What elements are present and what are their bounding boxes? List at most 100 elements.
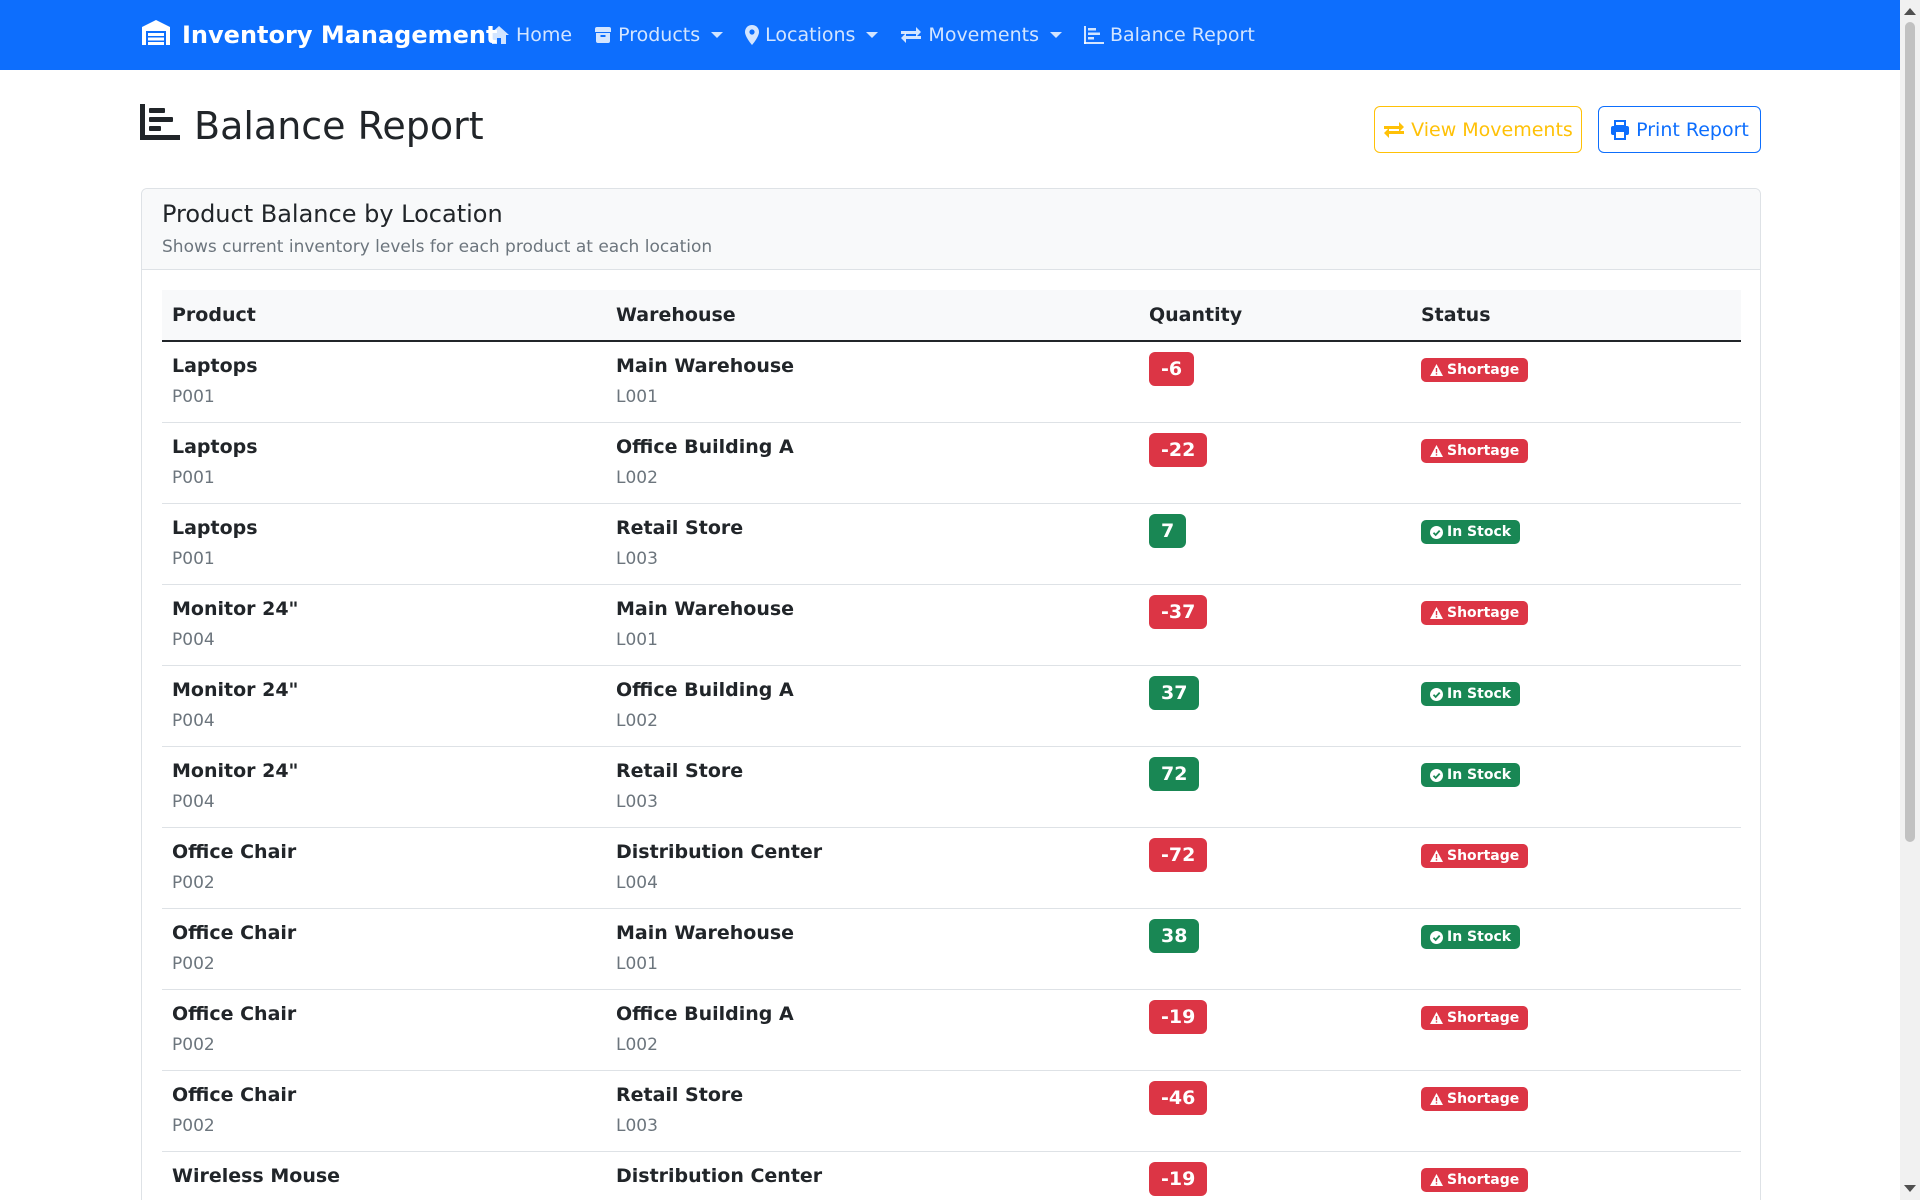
exchange-icon [1383, 121, 1405, 139]
status-badge: Shortage [1421, 844, 1529, 868]
quantity-badge: -19 [1149, 1000, 1208, 1034]
column-header-warehouse: Warehouse [616, 304, 736, 326]
check-circle-icon [1430, 930, 1443, 944]
nav-item-products[interactable]: Products [594, 24, 724, 46]
navbar-brand[interactable]: Inventory Management [140, 0, 497, 70]
product-name: Laptops [172, 436, 258, 458]
product-name: Wireless Mouse [172, 1165, 341, 1187]
warehouse-name: Main Warehouse [616, 355, 795, 377]
scroll-up-arrow-icon[interactable] [1904, 8, 1916, 15]
scrollbar-thumb[interactable] [1905, 22, 1915, 842]
nav-item-locations[interactable]: Locations [745, 24, 879, 46]
warning-triangle-icon [1430, 1093, 1443, 1105]
top-navbar: Inventory Management Home Products Locat… [0, 0, 1900, 70]
balance-table: Product Warehouse Quantity Status Laptop… [162, 290, 1741, 1200]
table-row: Monitor 24" P004 Main Warehouse L001 -37 Shor… [162, 585, 1741, 666]
page-title: Balance Report [140, 100, 484, 152]
status-label: Shortage [1447, 1091, 1520, 1107]
warehouse-name: Retail Store [616, 517, 744, 539]
check-circle-icon [1430, 768, 1443, 782]
balance-card: Product Balance by Location Shows curren… [141, 188, 1761, 1200]
status-badge: In Stock [1421, 682, 1521, 706]
product-code: P001 [172, 468, 215, 488]
brand-label: Inventory Management [182, 21, 498, 49]
status-badge: In Stock [1421, 763, 1521, 787]
quantity-badge: -6 [1149, 352, 1195, 386]
quantity-badge: -22 [1149, 433, 1208, 467]
status-label: In Stock [1447, 686, 1512, 702]
nav-item-home[interactable]: Home [488, 24, 572, 46]
table-row: Laptops P001 Office Building A L002 -22 Short… [162, 423, 1741, 504]
page-scrollbar[interactable] [1900, 0, 1920, 1200]
table-row: Wireless Mouse Distribution Center -19 Shor… [162, 1152, 1741, 1200]
product-code: P002 [172, 954, 215, 974]
warning-triangle-icon [1430, 1012, 1443, 1024]
warehouse-icon [140, 18, 182, 52]
card-title: Product Balance by Location [162, 200, 503, 228]
column-header-quantity: Quantity [1149, 304, 1243, 326]
table-body: Laptops P001 Main Warehouse L001 -6 Shortage L… [162, 342, 1741, 1200]
warehouse-code: L001 [616, 954, 658, 974]
status-label: Shortage [1447, 1010, 1520, 1026]
status-label: In Stock [1447, 929, 1512, 945]
warehouse-name: Distribution Center [616, 1165, 823, 1187]
map-pin-icon [745, 25, 760, 45]
quantity-badge: -19 [1149, 1162, 1208, 1196]
product-name: Monitor 24" [172, 679, 299, 701]
print-report-label: Print Report [1636, 118, 1749, 141]
status-label: Shortage [1447, 362, 1520, 378]
product-name: Laptops [172, 517, 258, 539]
status-badge: Shortage [1421, 1168, 1529, 1192]
warning-triangle-icon [1430, 364, 1443, 376]
warning-triangle-icon [1430, 1174, 1443, 1186]
status-badge: In Stock [1421, 925, 1521, 949]
view-movements-button[interactable]: View Movements [1374, 106, 1582, 153]
nav-item-movements[interactable]: Movements [900, 24, 1062, 46]
quantity-badge: -72 [1149, 838, 1208, 872]
product-name: Office Chair [172, 1003, 297, 1025]
warning-triangle-icon [1430, 445, 1443, 457]
table-header: Product Warehouse Quantity Status [162, 290, 1741, 342]
nav-item-label: Products [618, 24, 701, 46]
product-code: P004 [172, 792, 215, 812]
nav-item-balance-report[interactable]: Balance Report [1083, 24, 1255, 46]
check-circle-icon [1430, 525, 1443, 539]
scroll-down-arrow-icon[interactable] [1904, 1185, 1916, 1192]
warehouse-name: Retail Store [616, 760, 744, 782]
table-row: Office Chair P002 Distribution Center L004 -… [162, 828, 1741, 909]
quantity-badge: 38 [1149, 919, 1200, 953]
nav-item-label: Home [516, 24, 573, 46]
warehouse-name: Office Building A [616, 436, 794, 458]
product-code: P002 [172, 1035, 215, 1055]
table-row: Laptops P001 Main Warehouse L001 -6 Shortage [162, 342, 1741, 423]
status-label: In Stock [1447, 767, 1512, 783]
warehouse-code: L002 [616, 468, 658, 488]
status-badge: Shortage [1421, 1087, 1529, 1111]
chevron-down-icon [711, 32, 724, 38]
status-label: Shortage [1447, 443, 1520, 459]
warehouse-code: L003 [616, 1116, 658, 1136]
status-badge: Shortage [1421, 601, 1529, 625]
chart-bar-icon [1083, 26, 1104, 44]
table-row: Monitor 24" P004 Retail Store L003 72 In Stoc… [162, 747, 1741, 828]
product-code: P001 [172, 387, 215, 407]
nav-item-label: Balance Report [1109, 24, 1255, 46]
warehouse-name: Office Building A [616, 679, 794, 701]
warehouse-name: Office Building A [616, 1003, 794, 1025]
chevron-down-icon [866, 32, 879, 38]
status-label: Shortage [1447, 1172, 1520, 1188]
product-name: Laptops [172, 355, 258, 377]
warehouse-code: L002 [616, 1035, 658, 1055]
card-subtitle: Shows current inventory levels for each … [162, 237, 713, 257]
product-name: Office Chair [172, 841, 297, 863]
exchange-icon [900, 26, 922, 44]
product-code: P002 [172, 1116, 215, 1136]
print-report-button[interactable]: Print Report [1598, 106, 1761, 153]
product-code: P004 [172, 630, 215, 650]
column-header-status: Status [1421, 304, 1491, 326]
warehouse-name: Retail Store [616, 1084, 744, 1106]
status-badge: Shortage [1421, 439, 1529, 463]
table-row: Laptops P001 Retail Store L003 7 In Stock [162, 504, 1741, 585]
warehouse-code: L001 [616, 387, 658, 407]
check-circle-icon [1430, 687, 1443, 701]
